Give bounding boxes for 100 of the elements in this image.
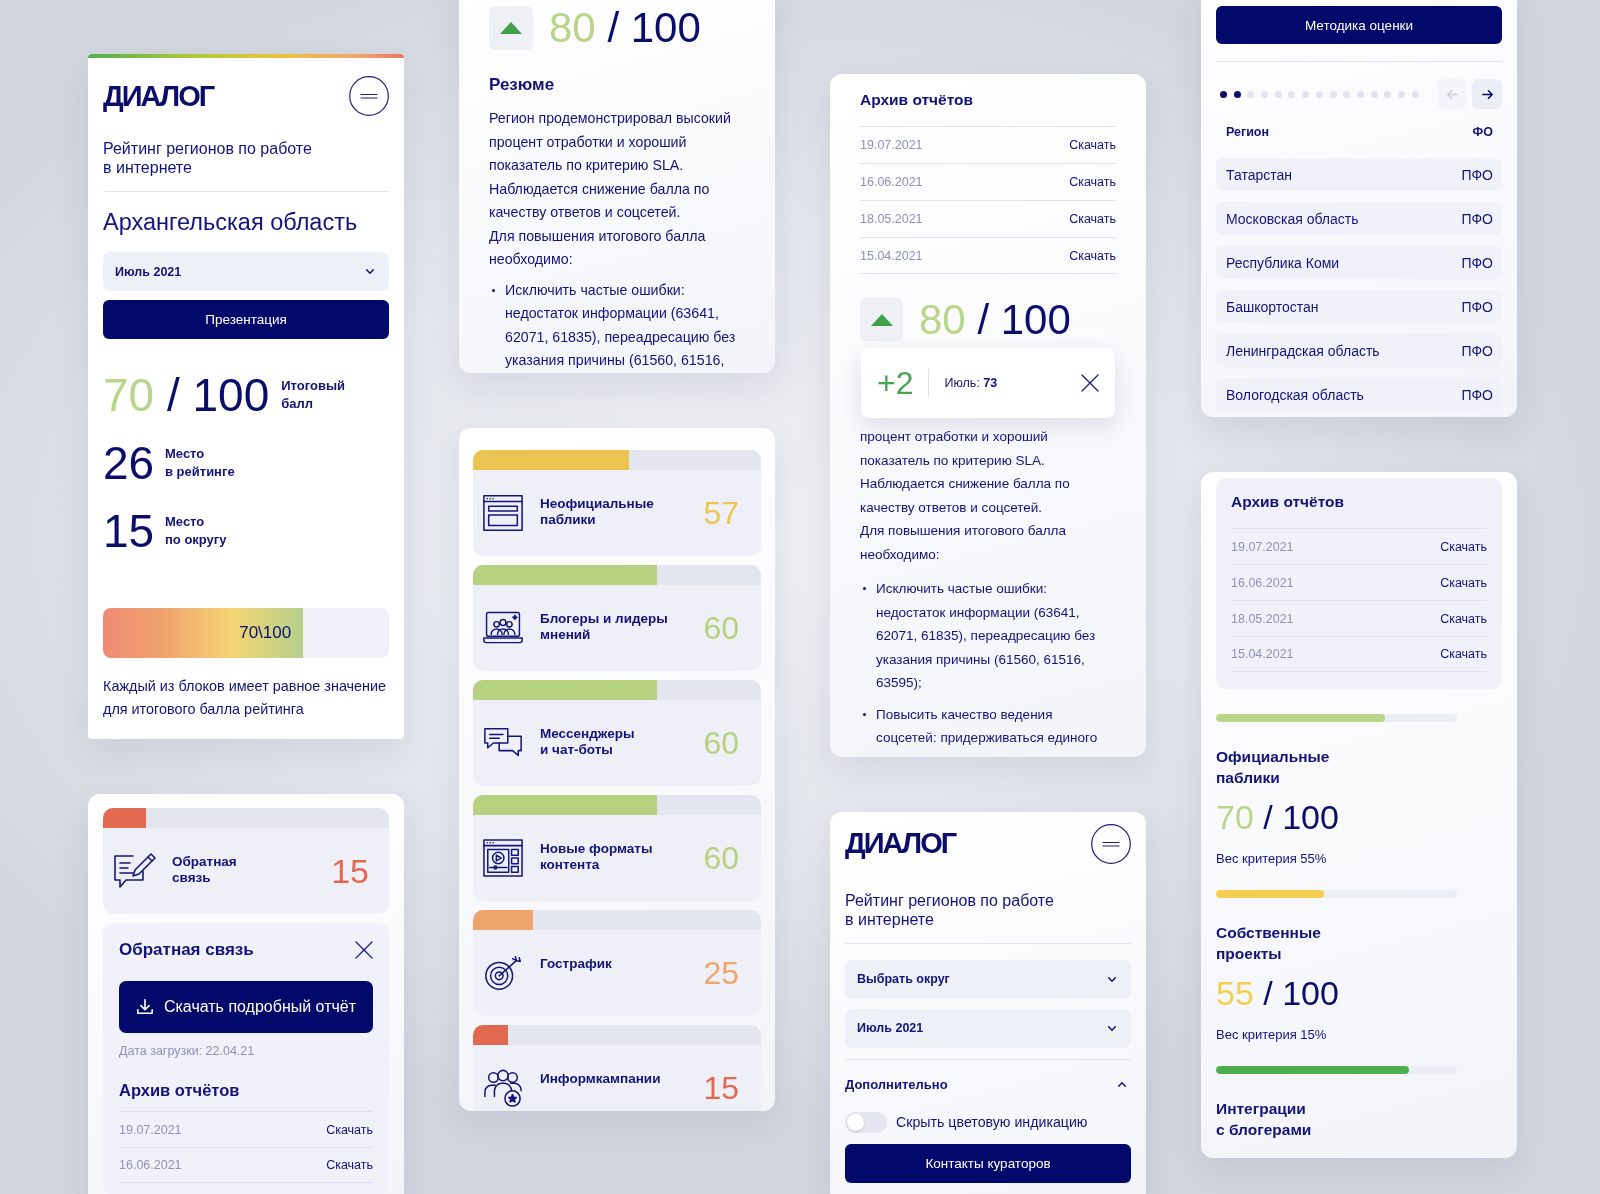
download-link[interactable]: Скачать: [1440, 539, 1487, 554]
report-date: 16.06.2021: [1231, 575, 1294, 590]
table-cell: ПФО: [1461, 210, 1493, 227]
next-button[interactable]: [1472, 79, 1502, 109]
download-link[interactable]: Скачать: [326, 1158, 373, 1172]
table-row[interactable]: Ленинградская область ПФО: [1216, 334, 1502, 367]
column-header: Регион: [1226, 124, 1270, 140]
summary-paragraph: Наблюдается снижение балла по качеству ответов и соцсетей.: [860, 475, 1071, 517]
score-total: / 100: [977, 295, 1071, 343]
bullet-text: Исключить частые ошибки: недостаток информации (63641, 62071, 61835), переадресацию без указания причины (61560, 61516,: [505, 280, 737, 370]
toggle-switch[interactable]: [845, 1111, 887, 1133]
table-row[interactable]: Республика Коми ПФО: [1216, 246, 1502, 279]
page-dot-icon[interactable]: [1329, 90, 1337, 98]
report-date: 19.07.2021: [1231, 539, 1294, 554]
download-link[interactable]: Скачать: [1069, 212, 1116, 226]
score-total: / 100: [1263, 798, 1339, 836]
score-label: Итоговый балл: [281, 377, 345, 413]
report-date: 18.05.2021: [1231, 611, 1294, 626]
note-text: Каждый из блоков имеет равное значение для итогового балла рейтинга: [103, 677, 388, 719]
download-link[interactable]: Скачать: [1440, 611, 1487, 626]
page-dot-icon[interactable]: [1370, 90, 1378, 98]
table-row[interactable]: Московская область ПФО: [1216, 202, 1502, 235]
table-cell: ПФО: [1461, 254, 1493, 271]
page-dot-icon[interactable]: [1397, 90, 1405, 98]
menu-button[interactable]: [349, 76, 389, 116]
menu-button[interactable]: [1091, 823, 1131, 864]
page-dot-icon[interactable]: [1302, 90, 1310, 98]
report-date: 16.06.2021: [119, 1158, 182, 1172]
download-report-button[interactable]: Скачать подробный отчёт: [119, 981, 373, 1033]
page-dot-icon[interactable]: [1261, 90, 1269, 98]
presentation-button[interactable]: Презентация: [103, 300, 389, 339]
download-link[interactable]: Скачать: [1069, 175, 1116, 189]
table-row[interactable]: Башкортостан ПФО: [1216, 290, 1502, 323]
summary-paragraph: Для повышения итогового балла необходимо:: [489, 226, 707, 269]
category-label: Гострафик: [540, 955, 613, 972]
menu-icon: [349, 76, 389, 116]
table-cell: Татарстан: [1226, 166, 1292, 183]
bullet-icon: [863, 587, 866, 590]
category-score: 15: [331, 854, 369, 888]
report-date: 15.04.2021: [1231, 647, 1294, 661]
upload-date: Дата загрузки: 22.04.21: [119, 1043, 256, 1059]
report-date: 15.04.2021: [860, 248, 923, 263]
page-dot-icon[interactable]: [1343, 90, 1351, 98]
period-value: Июль: 73: [944, 376, 999, 390]
browser-window-icon: [482, 492, 524, 533]
score-reading: 70\100: [239, 623, 292, 643]
close-button[interactable]: [355, 941, 373, 959]
category-label: Блогеры и лидеры мнений: [540, 610, 669, 643]
page-dot-icon[interactable]: [1356, 90, 1364, 98]
bullet-text: Повысить качество ведения соцсетей: придерживаться единого: [876, 705, 1099, 747]
section-title: Резюме: [489, 74, 556, 96]
category-score: 60: [703, 726, 739, 759]
dropdown[interactable]: Выбрать округ: [845, 959, 1131, 999]
section-header[interactable]: Дополнительно: [845, 1074, 1131, 1095]
panel-title: Обратная связь: [119, 939, 254, 961]
download-link[interactable]: Скачать: [1069, 248, 1116, 263]
contacts-button[interactable]: Контакты кураторов: [845, 1143, 1131, 1183]
app-subtitle: Рейтинг регионов по работе в интернете: [845, 890, 1055, 929]
page-dot-icon[interactable]: [1274, 90, 1282, 98]
place-value: 26: [103, 440, 153, 486]
people-group-icon: [482, 1067, 524, 1108]
chevron-down-icon: [1107, 1024, 1117, 1032]
criterion-label: Интеграции с блогерами: [1216, 1099, 1313, 1140]
summary-paragraph: процент отработки и хороший показатель по критерию SLA.: [860, 428, 1049, 470]
close-button[interactable]: [1081, 374, 1099, 392]
page-dot-icon[interactable]: [1220, 90, 1227, 98]
page-dot-icon[interactable]: [1384, 90, 1392, 98]
page-dot-icon[interactable]: [1288, 90, 1296, 98]
download-link[interactable]: Скачать: [1440, 575, 1487, 590]
download-link[interactable]: Скачать: [326, 1122, 373, 1137]
menu-icon: [1091, 823, 1131, 864]
table-row[interactable]: Татарстан ПФО: [1216, 158, 1502, 191]
page-dot-icon[interactable]: [1233, 90, 1241, 98]
page-dot-icon[interactable]: [1247, 90, 1255, 98]
page-dot-icon[interactable]: [1411, 90, 1419, 98]
criterion-weight: Вес критерия 15%: [1216, 1026, 1328, 1043]
summary-paragraph: Регион продемонстрировал высокий процент отработки и хороший показатель по критерию SLA.: [489, 109, 732, 175]
chevron-down-icon: [1107, 975, 1117, 983]
summary-paragraph: Для повышения итогового балла необходимо:: [860, 522, 1067, 564]
app-subtitle: Рейтинг регионов по работе в интернете: [103, 139, 313, 177]
report-date: 16.06.2021: [860, 175, 923, 189]
score-total: / 100: [166, 369, 270, 421]
score-total: / 100: [607, 4, 701, 51]
category-score: 25: [703, 956, 739, 989]
score-value: 70: [1216, 798, 1254, 836]
summary-paragraph: Наблюдается снижение балла по качеству ответов и соцсетей.: [489, 179, 711, 222]
page-dot-icon[interactable]: [1315, 90, 1323, 98]
close-icon: [1081, 374, 1099, 392]
report-date: 19.07.2021: [119, 1122, 182, 1137]
table-cell: Ленинградская область: [1226, 342, 1380, 359]
dropdown[interactable]: Июль 2021: [103, 252, 389, 291]
close-icon: [355, 941, 373, 959]
method-button[interactable]: Методика оценки: [1216, 6, 1502, 44]
score-value: 70: [103, 369, 155, 421]
table-cell: Башкортостан: [1226, 298, 1319, 315]
criterion-label: Официальные паблики: [1216, 747, 1331, 788]
download-link[interactable]: Скачать: [1069, 138, 1116, 152]
table-cell: ПФО: [1461, 386, 1493, 403]
dropdown[interactable]: Июль 2021: [845, 1008, 1131, 1048]
download-link[interactable]: Скачать: [1440, 647, 1487, 661]
